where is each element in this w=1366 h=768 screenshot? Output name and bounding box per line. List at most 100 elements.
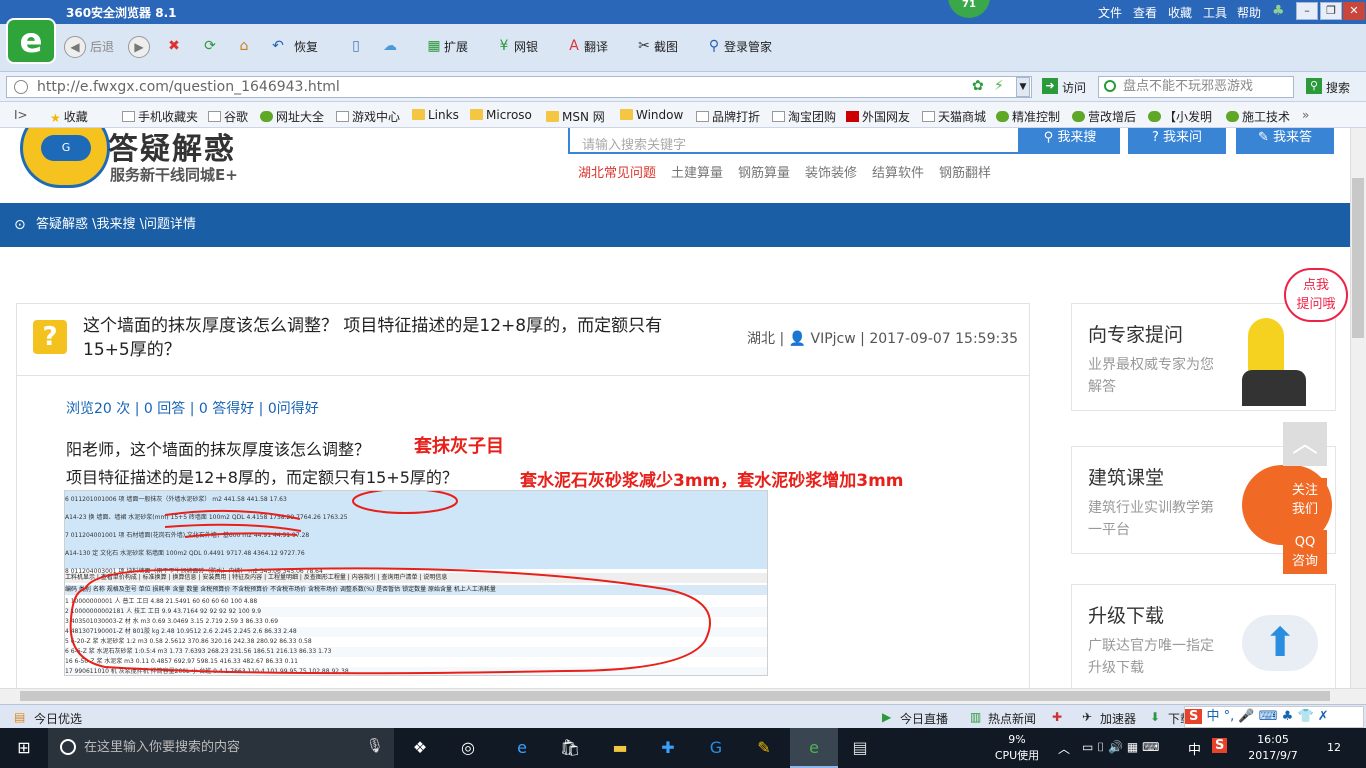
fav-item[interactable]: 外国网友 — [846, 108, 910, 125]
extension-icon[interactable]: ▦ — [424, 36, 444, 56]
category-link[interactable]: 结算软件 — [872, 162, 924, 181]
expert-ask-card[interactable]: 向专家提问 业界最权威专家为您解答 — [1071, 303, 1336, 411]
fav-item[interactable]: 营改增后 — [1072, 108, 1136, 125]
ime-tools-icon[interactable]: °, 🎤 ⌨ ♣ 👕 ✗ — [1224, 709, 1329, 724]
app-plus-icon[interactable]: ✚ — [656, 736, 680, 760]
360-browser-icon[interactable]: e — [802, 736, 826, 760]
fav-item[interactable]: ★ 收藏 — [50, 108, 88, 125]
visit-button[interactable]: 访问 — [1062, 79, 1086, 96]
ime-toolbar[interactable]: S 中 °, 🎤 ⌨ ♣ 👕 ✗ — [1184, 706, 1364, 728]
user-name[interactable]: VIPjcw — [811, 331, 856, 347]
breadcrumb[interactable]: 答疑解惑 \我来搜 \问题详情 — [36, 217, 196, 232]
translate-icon[interactable]: A — [564, 36, 584, 56]
extend-button[interactable]: 扩展 — [444, 38, 468, 55]
ask-button[interactable]: ? 我来问 — [1128, 128, 1226, 154]
phone-icon[interactable]: ▯ — [346, 36, 366, 56]
category-link[interactable]: 土建算量 — [671, 162, 723, 181]
windows-start-icon[interactable]: ⊞ — [12, 736, 36, 760]
microphone-icon[interactable]: 🎙 — [366, 738, 384, 754]
live-link[interactable]: 今日直播 — [900, 710, 948, 727]
ask-bubble[interactable]: 点我 提问哦 — [1284, 268, 1348, 322]
bank-icon[interactable]: ¥ — [494, 36, 514, 56]
key-icon[interactable]: ⚲ — [704, 36, 724, 56]
category-link[interactable]: 装饰装修 — [805, 162, 857, 181]
back-button[interactable]: 后退 — [90, 38, 114, 55]
close-button[interactable]: ✕ — [1343, 2, 1365, 20]
maximize-button[interactable]: ❐ — [1320, 2, 1342, 20]
menu-favorites[interactable]: 收藏 — [1168, 4, 1192, 21]
site-search-input[interactable]: 请输入搜索关键字 — [568, 128, 1020, 154]
horizontal-scroll-thumb[interactable] — [20, 691, 1330, 701]
back-icon[interactable]: ◀ — [64, 36, 86, 58]
task-view-icon[interactable]: ❖ — [408, 736, 432, 760]
forward-icon[interactable]: ▶ — [128, 36, 150, 58]
category-link[interactable]: 湖北常见问题 — [578, 162, 656, 181]
fav-item[interactable]: 天猫商城 — [922, 108, 986, 125]
follow-us-button[interactable]: 关注 我们 — [1283, 478, 1327, 522]
store-icon[interactable]: 🛍 — [558, 736, 582, 760]
search-engine-icon[interactable] — [1104, 80, 1116, 92]
fav-item[interactable]: MSN 网 — [546, 108, 605, 125]
embedded-screenshot[interactable]: 6 011201001006 项 墙面一般抹灰（外墙水泥砂浆） m2 441.5… — [64, 490, 768, 676]
bank-button[interactable]: 网银 — [514, 38, 538, 55]
menu-tools[interactable]: 工具 — [1203, 4, 1227, 21]
taskbar-search[interactable]: 在这里输入你要搜索的内容 — [48, 728, 394, 768]
shield-plus-icon[interactable]: ✚ — [1052, 710, 1062, 724]
home-icon[interactable]: ⌂ — [234, 36, 254, 56]
url-input[interactable]: http://e.fwxgx.com/question_1646943.html — [6, 76, 1032, 98]
glodon-icon[interactable]: G — [704, 736, 728, 760]
tray-up-icon[interactable]: ︿ — [1058, 740, 1070, 757]
vertical-scroll-thumb[interactable] — [1352, 178, 1364, 338]
dropdown-icon[interactable]: ▼ — [1016, 77, 1030, 97]
speed-icon[interactable]: ⚡ — [994, 78, 1004, 94]
download-card[interactable]: 升级下载 广联达官方唯一指定升级下载 ⬆ — [1071, 584, 1336, 688]
category-link[interactable]: 钢筋翻样 — [939, 162, 991, 181]
menu-help[interactable]: 帮助 — [1237, 4, 1261, 21]
fav-item[interactable]: 网址大全 — [260, 108, 324, 125]
tray-icons[interactable]: ▭ ⌷ 🔊 ▦ ⌨ — [1082, 740, 1159, 755]
search-input[interactable]: 盘点不能不玩邪恶游戏 — [1098, 76, 1294, 98]
stop-icon[interactable]: ✖ — [164, 36, 184, 56]
notes-icon[interactable]: ✎ — [752, 736, 776, 760]
today-picks[interactable]: 今日优选 — [34, 710, 82, 727]
tray-ime[interactable]: 中 — [1188, 739, 1201, 758]
fav-item[interactable]: 淘宝团购 — [772, 108, 836, 125]
cpu-meter[interactable]: 9% CPU使用 — [992, 732, 1042, 764]
menu-file[interactable]: 文件 — [1098, 4, 1122, 21]
security-icon[interactable]: ✿ — [972, 78, 984, 94]
menu-view[interactable]: 查看 — [1133, 4, 1157, 21]
fav-item[interactable]: 【小发明 — [1148, 108, 1212, 125]
restore-button[interactable]: 恢复 — [294, 38, 318, 55]
login-manager-button[interactable]: 登录管家 — [724, 38, 772, 55]
translate-button[interactable]: 翻译 — [584, 38, 608, 55]
screenshot-button[interactable]: 截图 — [654, 38, 678, 55]
qq-consult-button[interactable]: QQ 咨询 — [1283, 530, 1327, 574]
search-icon[interactable]: ⚲ — [1306, 78, 1322, 94]
search-button-site[interactable]: ⚲ 我来搜 — [1020, 128, 1120, 154]
ime-mode[interactable]: 中 — [1207, 709, 1220, 724]
answer-button[interactable]: ✎ 我来答 — [1236, 128, 1334, 154]
go-icon[interactable]: ➜ — [1042, 78, 1058, 94]
fav-item[interactable]: 施工技术 — [1226, 108, 1290, 125]
accelerator-link[interactable]: 加速器 — [1100, 710, 1136, 727]
news-link[interactable]: 热点新闻 — [988, 710, 1036, 727]
browser-logo[interactable]: e — [6, 18, 56, 64]
tray-sogou-icon[interactable]: S — [1212, 738, 1228, 753]
fav-item[interactable]: 精准控制 — [996, 108, 1060, 125]
sidebar-toggle-icon[interactable]: I> — [14, 108, 28, 122]
app-icon[interactable]: ◎ — [456, 736, 480, 760]
refresh-icon[interactable]: ⟳ — [200, 36, 220, 56]
action-center-icon[interactable]: 12 — [1318, 736, 1350, 760]
fav-item[interactable]: 品牌打折 — [696, 108, 760, 125]
fav-item[interactable]: 手机收藏夹 — [122, 108, 198, 125]
edge-icon[interactable]: e — [510, 736, 534, 760]
back-to-top-icon[interactable]: ︿ — [1283, 422, 1327, 466]
fav-item[interactable]: Window — [620, 108, 683, 122]
explorer-icon[interactable]: ▬ — [608, 736, 632, 760]
category-link[interactable]: 钢筋算量 — [738, 162, 790, 181]
minimize-button[interactable]: – — [1296, 2, 1318, 20]
scissors-icon[interactable]: ✂ — [634, 36, 654, 56]
more-favorites-icon[interactable]: » — [1302, 108, 1309, 122]
clock[interactable]: 16:05 2017/9/7 — [1240, 732, 1306, 764]
fav-item[interactable]: Links — [412, 108, 459, 122]
